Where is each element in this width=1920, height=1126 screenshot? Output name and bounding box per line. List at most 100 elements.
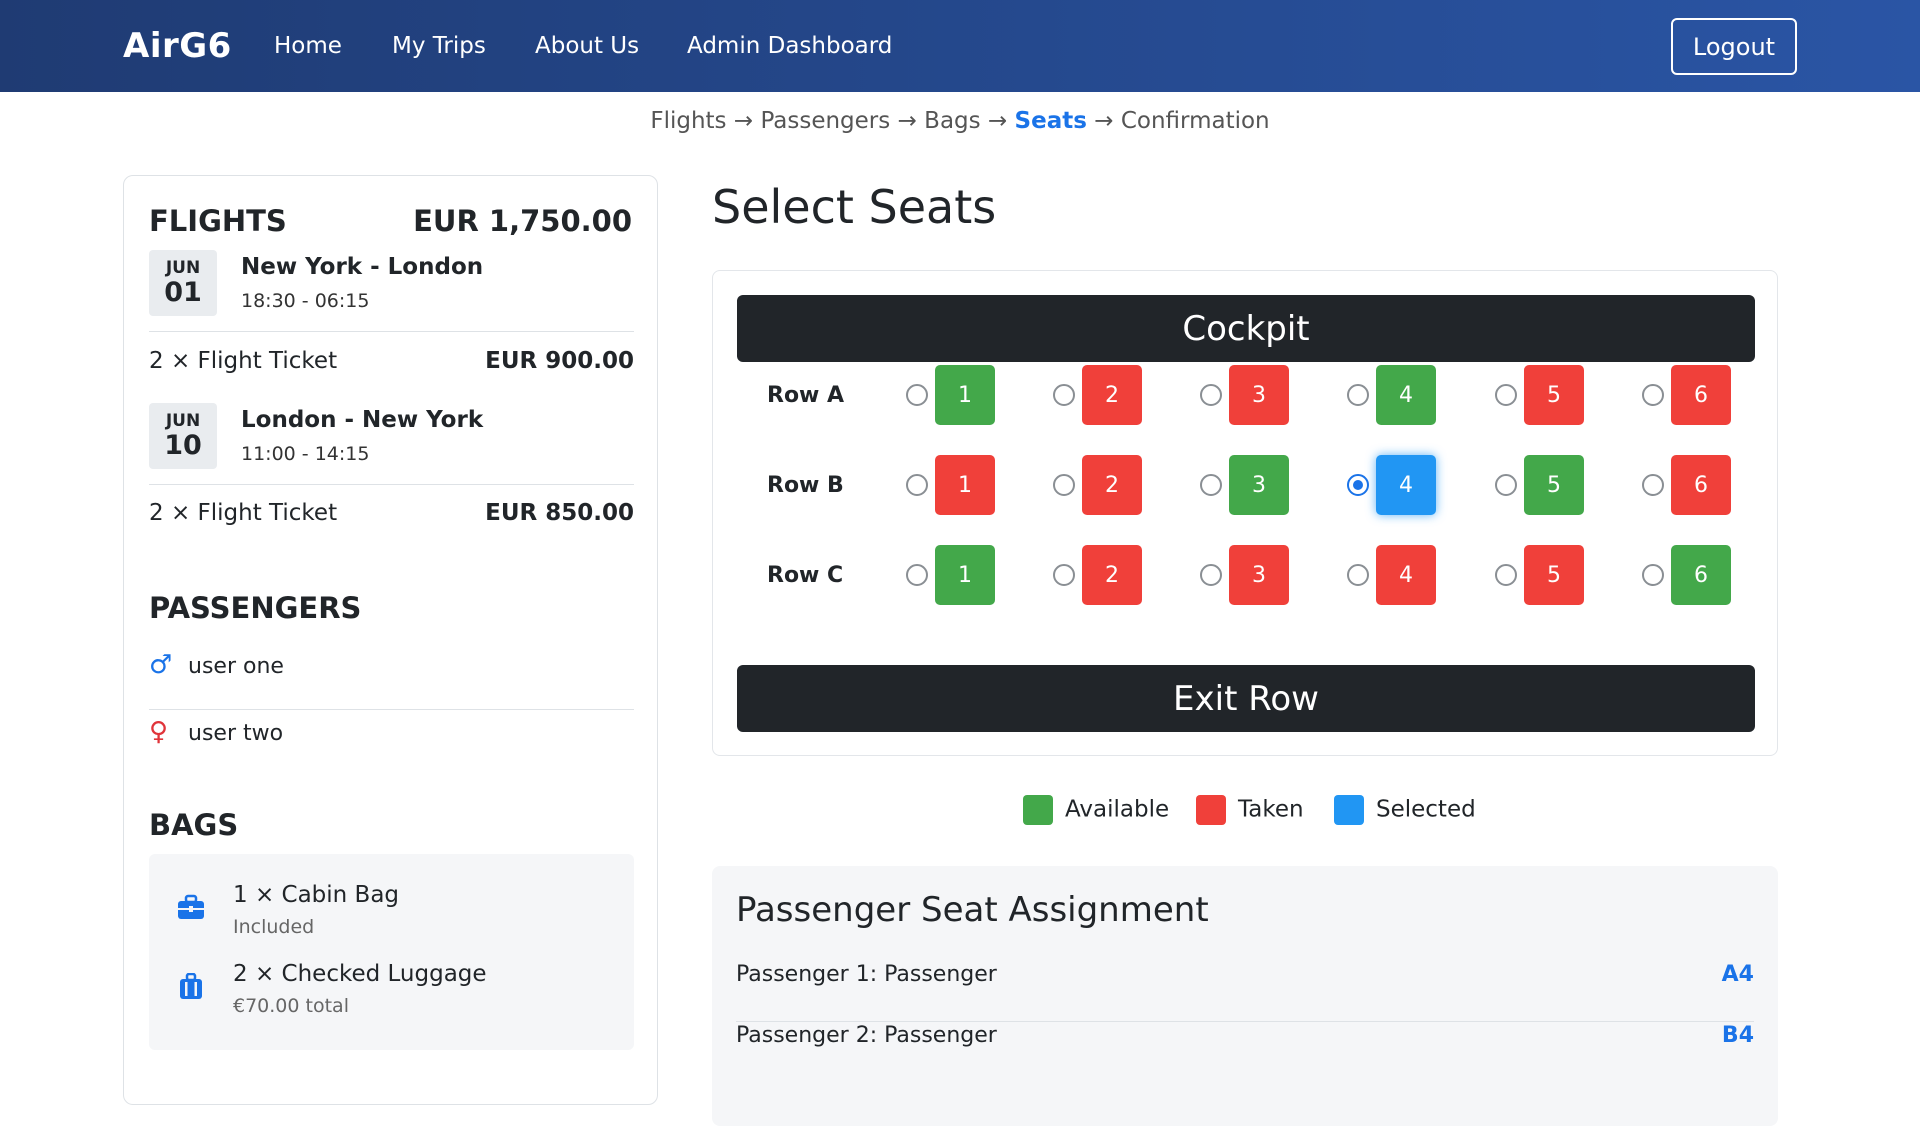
seat-radio[interactable]	[1642, 384, 1664, 406]
bag-name: 1 × Cabin Bag	[233, 882, 400, 908]
seat-button[interactable]: 1	[935, 455, 995, 515]
seat-radio[interactable]	[1347, 474, 1369, 496]
ticket-line: 2 × Flight Ticket EUR 850.00	[149, 500, 634, 526]
breadcrumb-separator: →	[1094, 108, 1114, 134]
seat-button[interactable]: 4	[1376, 455, 1436, 515]
flight-date: JUN 01	[149, 250, 217, 316]
bag-note: €70.00 total	[233, 995, 349, 1017]
flight-month: JUN	[165, 258, 201, 278]
seat-button[interactable]: 5	[1524, 455, 1584, 515]
male-icon: ♂	[149, 650, 173, 680]
ticket-line: 2 × Flight Ticket EUR 900.00	[149, 348, 634, 374]
passenger-item: ♂ user one	[149, 650, 634, 710]
flight-day: 10	[164, 430, 202, 461]
breadcrumb-step-bags[interactable]: Bags	[924, 108, 980, 134]
flight-times: 11:00 - 14:15	[241, 443, 370, 465]
seat-radio[interactable]	[1347, 384, 1369, 406]
seat-button[interactable]: 2	[1082, 365, 1142, 425]
seat-radio[interactable]	[1495, 384, 1517, 406]
seat-button[interactable]: 3	[1229, 455, 1289, 515]
brand-logo[interactable]: AirG6	[123, 26, 232, 66]
seat-radio[interactable]	[1200, 474, 1222, 496]
passenger-name: user two	[188, 721, 284, 746]
seat-button[interactable]: 3	[1229, 365, 1289, 425]
exit-row-bar: Exit Row	[737, 665, 1755, 732]
bag-item: 2 × Checked Luggage €70.00 total	[149, 961, 634, 1041]
nav-link-my-trips[interactable]: My Trips	[392, 33, 486, 59]
ticket-price: EUR 900.00	[485, 348, 634, 374]
seat-button[interactable]: 2	[1082, 455, 1142, 515]
available-swatch	[1023, 795, 1053, 825]
assignment-passenger: Passenger 2: Passenger	[736, 1023, 997, 1048]
flight-day: 01	[164, 277, 202, 308]
breadcrumb: Flights → Passengers → Bags → Seats → Co…	[0, 108, 1920, 134]
flight-route: London - New York	[241, 407, 484, 433]
flight-outbound: JUN 01 New York - London 18:30 - 06:15	[149, 250, 634, 332]
logout-button[interactable]: Logout	[1671, 18, 1797, 75]
flight-return: JUN 10 London - New York 11:00 - 14:15	[149, 403, 634, 485]
breadcrumb-step-passengers[interactable]: Passengers	[760, 108, 890, 134]
seat-button[interactable]: 4	[1376, 365, 1436, 425]
seat-assignment-panel: Passenger Seat Assignment Passenger 1: P…	[712, 866, 1778, 1126]
selected-swatch	[1334, 795, 1364, 825]
flight-route: New York - London	[241, 254, 484, 280]
breadcrumb-step-flights[interactable]: Flights	[650, 108, 726, 134]
seat-radio[interactable]	[1495, 474, 1517, 496]
seat-radio[interactable]	[1053, 564, 1075, 586]
flight-month: JUN	[165, 411, 201, 431]
seat-button[interactable]: 6	[1671, 545, 1731, 605]
seat-radio[interactable]	[1642, 564, 1664, 586]
seat-radio[interactable]	[1053, 384, 1075, 406]
seat-button[interactable]: 4	[1376, 545, 1436, 605]
seat-button[interactable]: 3	[1229, 545, 1289, 605]
flight-date: JUN 10	[149, 403, 217, 469]
assignment-row: Passenger 2: Passenger B4	[736, 1023, 1754, 1083]
seat-radio[interactable]	[906, 384, 928, 406]
seat-radio[interactable]	[906, 474, 928, 496]
cockpit-bar: Cockpit	[737, 295, 1755, 362]
page-title: Select Seats	[712, 180, 997, 234]
seat-radio[interactable]	[1495, 564, 1517, 586]
row-label: Row C	[767, 563, 844, 588]
seat-button[interactable]: 5	[1524, 365, 1584, 425]
seat-button[interactable]: 6	[1671, 455, 1731, 515]
seat-button[interactable]: 1	[935, 365, 995, 425]
breadcrumb-step-confirmation: Confirmation	[1120, 108, 1270, 134]
suitcase-icon	[180, 973, 202, 999]
seat-radio[interactable]	[1053, 474, 1075, 496]
assignment-title: Passenger Seat Assignment	[736, 890, 1209, 930]
legend-label: Selected	[1376, 796, 1476, 823]
nav-link-home[interactable]: Home	[274, 33, 342, 59]
taken-swatch	[1196, 795, 1226, 825]
seat-button[interactable]: 5	[1524, 545, 1584, 605]
row-label: Row A	[767, 383, 845, 408]
breadcrumb-step-seats: Seats	[1014, 108, 1087, 134]
legend-taken: Taken	[1196, 795, 1304, 825]
bags-section-title: BAGS	[149, 808, 239, 842]
flight-times: 18:30 - 06:15	[241, 290, 370, 312]
seat-map-card: Cockpit Exit Row Row A 1 2 3 4 5 6 Row B 1 2 3 4 5 6 R…	[712, 270, 1778, 756]
passengers-section-title: PASSENGERS	[149, 591, 362, 625]
seat-button[interactable]: 1	[935, 545, 995, 605]
booking-summary-card: FLIGHTS EUR 1,750.00 JUN 01 New York - L…	[123, 175, 658, 1105]
row-label: Row B	[767, 473, 844, 498]
seat-radio[interactable]	[1200, 384, 1222, 406]
breadcrumb-separator: →	[897, 108, 917, 134]
legend-label: Taken	[1238, 796, 1304, 823]
seat-radio[interactable]	[1200, 564, 1222, 586]
seat-radio[interactable]	[1347, 564, 1369, 586]
booking-total: EUR 1,750.00	[413, 204, 632, 238]
nav-link-about-us[interactable]: About Us	[535, 33, 639, 59]
assignment-seat: A4	[1721, 962, 1754, 987]
female-icon: ♀	[149, 717, 169, 747]
seat-radio[interactable]	[1642, 474, 1664, 496]
legend-available: Available	[1023, 795, 1169, 825]
seat-button[interactable]: 2	[1082, 545, 1142, 605]
assignment-row: Passenger 1: Passenger A4	[736, 962, 1754, 1022]
seat-radio[interactable]	[906, 564, 928, 586]
legend-selected: Selected	[1334, 795, 1476, 825]
nav-link-admin-dashboard[interactable]: Admin Dashboard	[687, 33, 892, 59]
assignment-passenger: Passenger 1: Passenger	[736, 962, 997, 987]
seat-button[interactable]: 6	[1671, 365, 1731, 425]
flights-section-title: FLIGHTS	[149, 204, 287, 238]
